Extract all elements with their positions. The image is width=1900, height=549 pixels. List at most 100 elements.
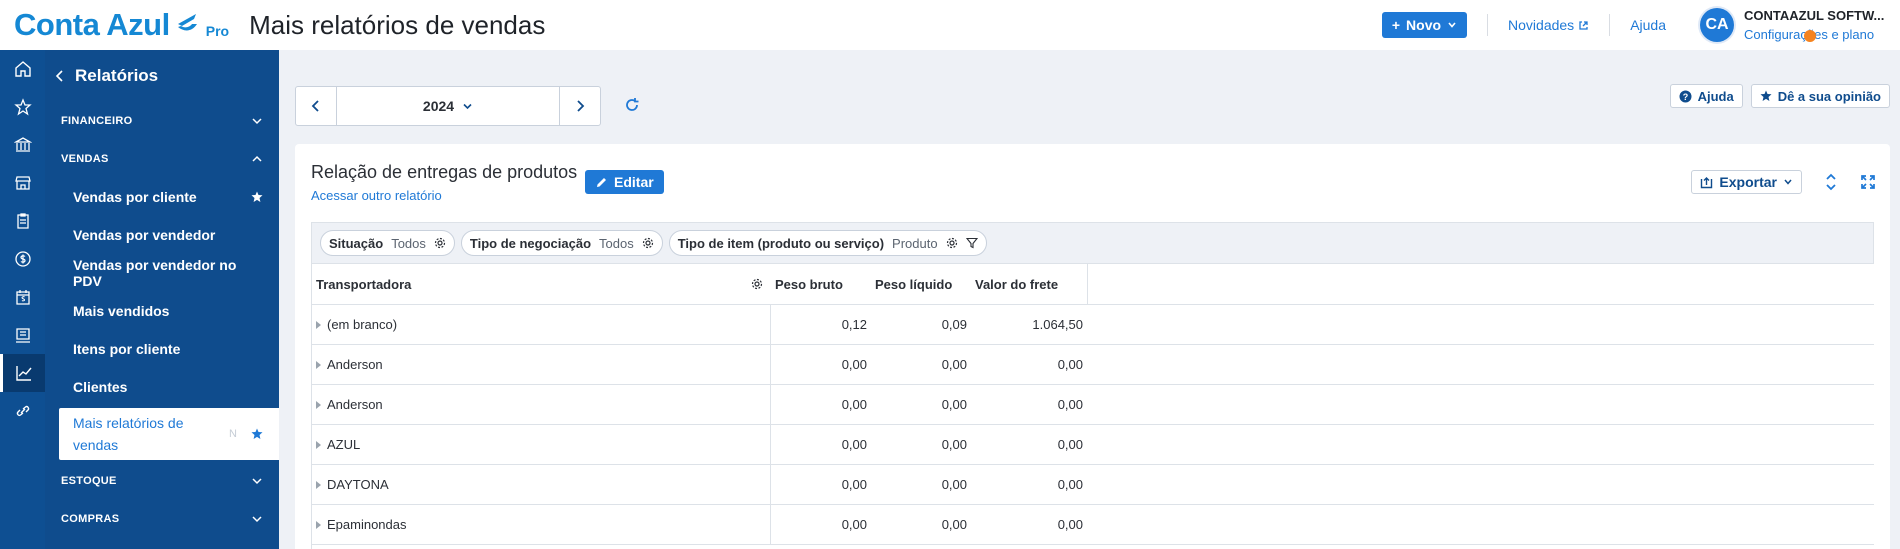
cell-valor-frete: 0,00 [1057,357,1083,372]
chevron-down-icon [252,478,262,485]
cell-transportadora: Anderson [327,357,383,372]
expand-caret-icon[interactable] [316,400,321,409]
other-report-link[interactable]: Acessar outro relatório [311,188,442,203]
avatar[interactable]: CA [1700,8,1734,42]
chart-line-icon[interactable] [0,354,45,392]
group-vendas[interactable]: VENDAS [45,140,279,178]
report-table: Transportadora Peso bruto Peso líquido V… [311,264,1874,549]
cell-peso-liquido: 0,00 [941,437,967,452]
account-menu[interactable]: CONTAAZUL SOFTW... Configurações e plano [1744,8,1886,42]
reports-sidebar: Relatórios FINANCEIRO VENDAS Vendas por … [45,50,279,549]
help-link[interactable]: Ajuda [1630,17,1666,33]
sidebar-item-mais-vendidos[interactable]: Mais vendidos [45,292,279,330]
help-label: Ajuda [1697,88,1734,104]
next-period-button[interactable] [560,87,600,125]
group-label: COMPRAS [61,513,120,525]
cell-peso-bruto: 0,00 [841,437,867,452]
sidebar-item-itens-por-cliente[interactable]: Itens por cliente [45,330,279,368]
table-row[interactable]: DAYTONA 0,00 0,00 0,00 [312,465,1874,505]
fullscreen-icon[interactable] [1860,174,1876,190]
notification-dot [1804,30,1816,42]
refresh-icon[interactable] [623,96,641,119]
chevron-down-icon [252,516,262,523]
link-icon[interactable] [0,392,45,430]
chevron-up-icon [252,155,262,162]
sidebar-item-vendas-por-vendedor-pdv[interactable]: Vendas por vendedor no PDV [45,254,279,292]
contaazul-logo[interactable]: Conta Azul Pro [14,0,229,50]
table-row[interactable]: AZUL 0,00 0,00 0,00 [312,425,1874,465]
store-icon[interactable] [0,164,45,202]
chevron-right-icon [577,100,585,112]
home-icon[interactable] [0,50,45,88]
sidebar-item-mais-relatorios-de-vendas[interactable]: Mais relatórios de vendas N [59,408,279,460]
header-end-divider [1087,264,1088,305]
column-header-peso-liquido[interactable]: Peso líquido [871,264,971,304]
filter-label: Tipo de negociação [469,235,592,251]
group-label: ESTOQUE [61,475,117,487]
sidebar-item-vendas-por-cliente[interactable]: Vendas por cliente [45,178,279,216]
group-compras[interactable]: COMPRAS [45,500,279,538]
filter-tipo-negociacao[interactable]: Tipo de negociação Todos [460,230,663,256]
edit-button[interactable]: Editar [585,170,664,194]
clipboard-icon[interactable] [0,202,45,240]
icon-rail [0,50,45,549]
previous-period-button[interactable] [296,87,336,125]
divider [1609,14,1611,36]
question-circle-icon: ? [1679,90,1692,102]
table-row[interactable]: (em branco) 0,12 0,09 1.064,50 [312,305,1874,345]
sidebar-item-clientes[interactable]: Clientes [45,368,279,406]
cell-peso-bruto: 0,00 [841,397,867,412]
dollar-icon[interactable] [0,240,45,278]
export-button[interactable]: Exportar [1691,170,1802,194]
help-button[interactable]: ? Ajuda [1669,84,1743,108]
expand-caret-icon[interactable] [316,320,321,329]
expand-rows-icon[interactable] [1824,173,1838,191]
filter-tipo-item[interactable]: Tipo de item (produto ou serviço) Produt… [668,230,987,256]
chevron-down-icon [1448,22,1456,28]
expand-caret-icon[interactable] [316,480,321,489]
star-icon[interactable] [0,88,45,126]
column-header-peso-bruto[interactable]: Peso bruto [771,264,871,304]
cell-peso-liquido: 0,00 [941,397,967,412]
svg-text:?: ? [1682,92,1688,102]
new-button[interactable]: + Novo [1381,12,1468,38]
group-financeiro[interactable]: FINANCEIRO [45,102,279,140]
logo-text: Conta Azul [14,7,170,42]
cell-valor-frete: 1.064,50 [1032,317,1083,332]
expand-caret-icon[interactable] [316,360,321,369]
expand-caret-icon[interactable] [316,440,321,449]
expand-caret-icon[interactable] [316,520,321,529]
logo-mark-icon [177,14,197,31]
calendar-dollar-icon[interactable] [0,278,45,316]
table-row[interactable]: Anderson 0,00 0,00 0,00 [312,345,1874,385]
cell-peso-bruto: 0,12 [841,317,867,332]
plus-icon: + [1391,17,1401,33]
receipt-icon[interactable] [0,316,45,354]
filters-bar: Situação Todos Tipo de negociação Todos … [311,222,1874,264]
cell-peso-liquido: 0,00 [941,517,967,532]
star-filled-icon[interactable] [251,428,263,440]
settings-plan-link[interactable]: Configurações e plano [1744,27,1886,42]
report-title: Relação de entregas de produtos [311,162,578,182]
table-row[interactable]: Anderson 0,00 0,00 0,00 [312,385,1874,425]
column-header-transportadora[interactable]: Transportadora [312,264,771,304]
group-estoque[interactable]: ESTOQUE [45,462,279,500]
filter-situacao[interactable]: Situação Todos [320,230,455,256]
sidebar-item-vendas-por-vendedor[interactable]: Vendas por vendedor [45,216,279,254]
back-to-reports[interactable]: Relatórios [45,50,279,102]
year-value: 2024 [422,98,455,114]
period-selector: 2024 [295,86,601,126]
new-badge: N [229,428,237,440]
edit-button-label: Editar [614,174,654,190]
column-header-valor-frete[interactable]: Valor do frete [971,264,1087,304]
year-dropdown[interactable]: 2024 [336,87,560,125]
news-link[interactable]: Novidades [1508,17,1589,33]
bank-icon[interactable] [0,126,45,164]
cell-peso-liquido: 0,00 [941,357,967,372]
star-filled-icon[interactable] [251,191,263,203]
gear-icon[interactable] [751,278,763,290]
account-name: CONTAAZUL SOFTW... [1744,8,1885,23]
filter-funnel-icon[interactable] [965,237,978,249]
feedback-button[interactable]: Dê a sua opinião [1750,84,1890,108]
table-row[interactable]: Epaminondas 0,00 0,00 0,00 [312,505,1874,545]
